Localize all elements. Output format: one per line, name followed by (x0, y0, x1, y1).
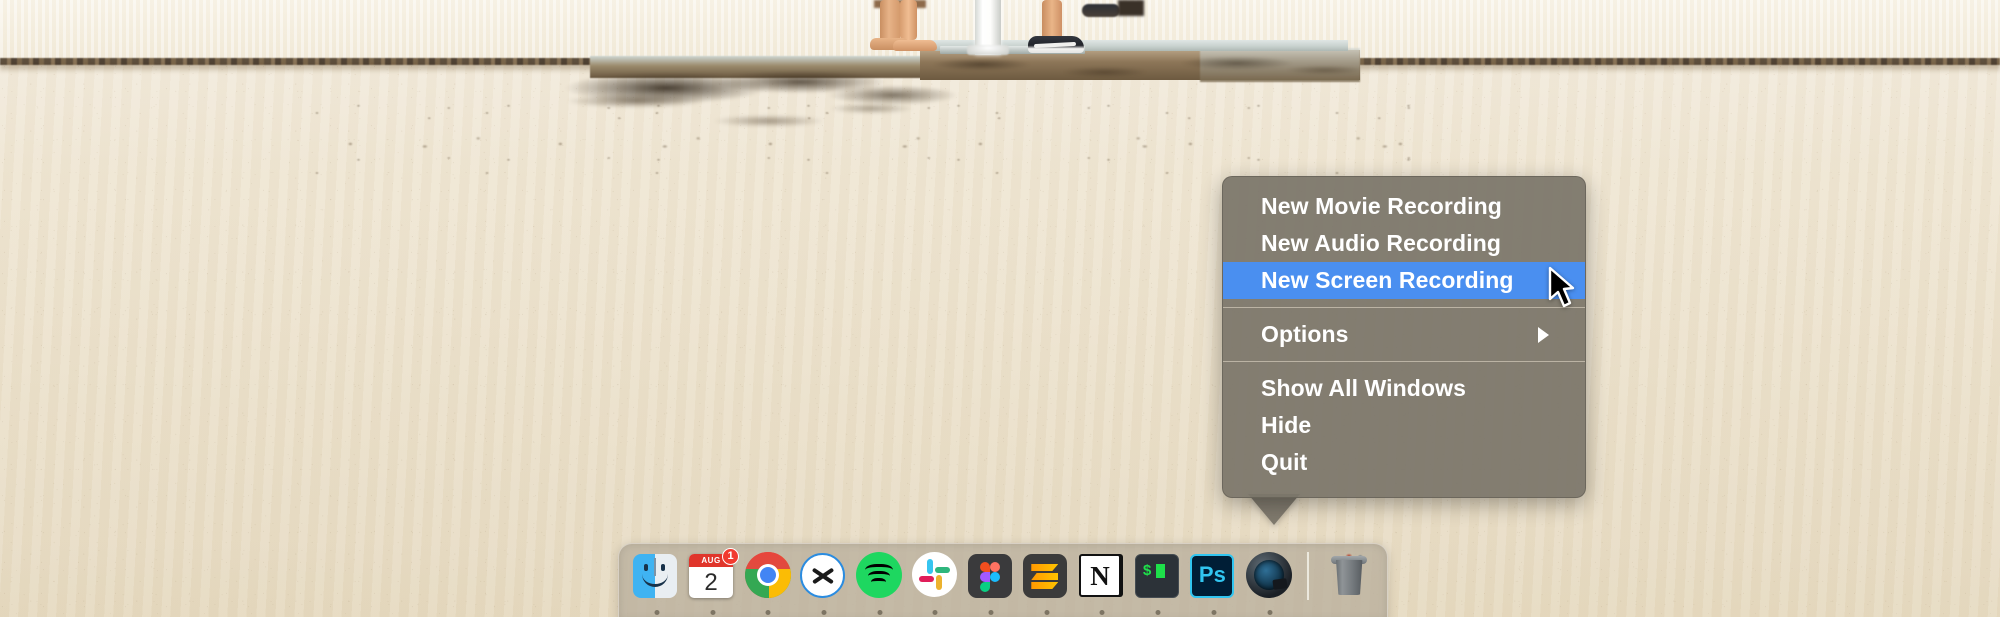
running-indicator-dot (1099, 610, 1105, 615)
menu-item-label: Options (1261, 321, 1349, 347)
running-indicator-dot (710, 610, 716, 615)
running-indicator-dot (765, 610, 771, 615)
spotify-icon (856, 552, 903, 599)
menu-item-new-audio-recording[interactable]: New Audio Recording (1223, 225, 1585, 262)
quicktime-dock-context-menu[interactable]: New Movie Recording New Audio Recording … (1222, 176, 1586, 498)
menu-item-hide[interactable]: Hide (1223, 407, 1585, 444)
running-indicator-dot (821, 610, 827, 615)
dock-item-figma[interactable] (966, 552, 1016, 617)
trash-full-icon (1326, 552, 1373, 599)
menu-item-show-all-windows[interactable]: Show All Windows (1223, 370, 1585, 407)
dock-item-calendar[interactable]: AUG 2 1 (688, 548, 740, 617)
dock-item-finder[interactable] (632, 552, 682, 617)
finder-icon (633, 552, 680, 599)
missive-icon (800, 552, 847, 599)
menu-item-new-movie-recording[interactable]: New Movie Recording (1223, 188, 1585, 225)
dock-item-terminal[interactable]: $ (1133, 552, 1183, 617)
dock-item-missive[interactable] (799, 552, 849, 617)
dock-menu-callout-arrow (1248, 494, 1300, 525)
left-person-leg-back (880, 0, 900, 42)
sublime-icon (1023, 552, 1070, 599)
running-indicator-dot (654, 610, 660, 615)
background-person-leg (1118, 0, 1144, 16)
macos-dock[interactable]: AUG 2 1 N $ Ps (618, 543, 1388, 617)
running-indicator-dot (877, 610, 883, 615)
calendar-icon: AUG 2 1 (689, 548, 740, 599)
terminal-prompt-glyph: $ (1142, 563, 1152, 580)
menu-item-label: New Audio Recording (1261, 230, 1501, 256)
sand-debris-scatter (300, 95, 1500, 175)
running-indicator-dot (988, 610, 994, 615)
menu-item-label: Quit (1261, 449, 1308, 475)
dock-item-sublime-text[interactable] (1022, 552, 1072, 617)
menu-separator-2 (1223, 361, 1585, 362)
menu-item-new-screen-recording[interactable]: New Screen Recording (1223, 262, 1585, 299)
dock-item-trash[interactable] (1324, 552, 1374, 617)
dock-divider (1307, 552, 1310, 600)
beach-shower-pole-base (967, 45, 1009, 55)
notification-badge: 1 (722, 548, 740, 565)
quicktime-icon (1246, 552, 1293, 599)
background-person-shoe (1082, 4, 1120, 17)
running-indicator-dot (1044, 610, 1050, 615)
running-indicator-dot (1155, 610, 1161, 615)
left-person-foot-front (893, 40, 937, 51)
dock-item-notion[interactable]: N (1078, 552, 1128, 617)
notion-glyph: N (1090, 561, 1110, 591)
photoshop-icon: Ps (1190, 552, 1237, 599)
figma-icon (967, 552, 1015, 599)
terminal-cursor-block (1155, 564, 1165, 578)
menu-separator-1 (1223, 307, 1585, 308)
desktop-wallpaper (0, 0, 2000, 617)
terminal-icon: $ (1134, 552, 1182, 599)
slack-icon (911, 552, 959, 599)
triangle-right-icon (1538, 326, 1549, 343)
menu-item-label: New Screen Recording (1261, 267, 1514, 293)
menu-item-label: Show All Windows (1261, 375, 1466, 401)
running-indicator-dot (1211, 610, 1217, 615)
dock-item-quicktime[interactable] (1245, 552, 1295, 617)
left-person-leg-front (900, 0, 917, 40)
running-indicator-dot (932, 610, 938, 615)
running-indicator-dot (1267, 610, 1273, 615)
menu-item-label: New Movie Recording (1261, 193, 1502, 219)
dock-item-slack[interactable] (911, 552, 961, 617)
menu-item-label: Hide (1261, 412, 1312, 438)
dock-item-chrome[interactable] (743, 552, 793, 617)
notion-icon: N (1078, 552, 1126, 599)
photoshop-glyph: Ps (1198, 562, 1226, 587)
chrome-icon (744, 552, 792, 599)
menu-item-quit[interactable]: Quit (1223, 444, 1585, 481)
dock-item-spotify[interactable] (855, 552, 905, 617)
dock-item-photoshop[interactable]: Ps (1189, 552, 1239, 617)
menu-item-options[interactable]: Options (1223, 316, 1585, 353)
platform-grime (920, 54, 1360, 80)
calendar-day-label: 2 (704, 569, 718, 596)
